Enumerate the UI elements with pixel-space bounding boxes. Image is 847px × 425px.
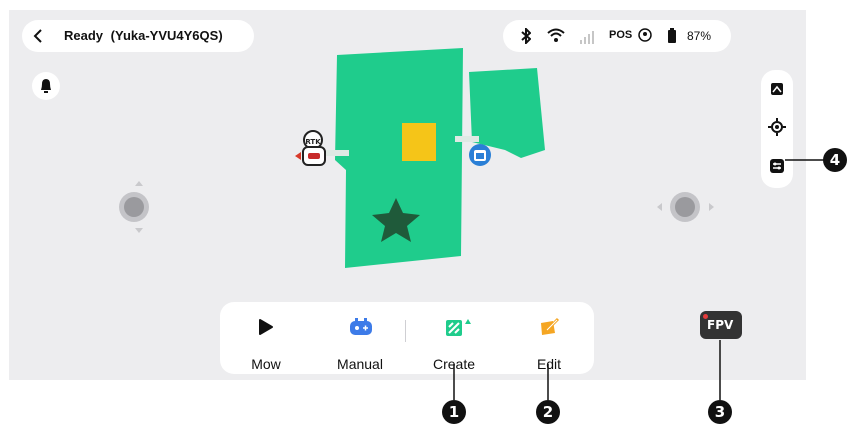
callout-lines (453, 159, 824, 400)
callout-3: 3 (708, 400, 732, 424)
callout-4: 4 (823, 148, 847, 172)
callout-2: 2 (536, 400, 560, 424)
callout-1: 1 (442, 400, 466, 424)
